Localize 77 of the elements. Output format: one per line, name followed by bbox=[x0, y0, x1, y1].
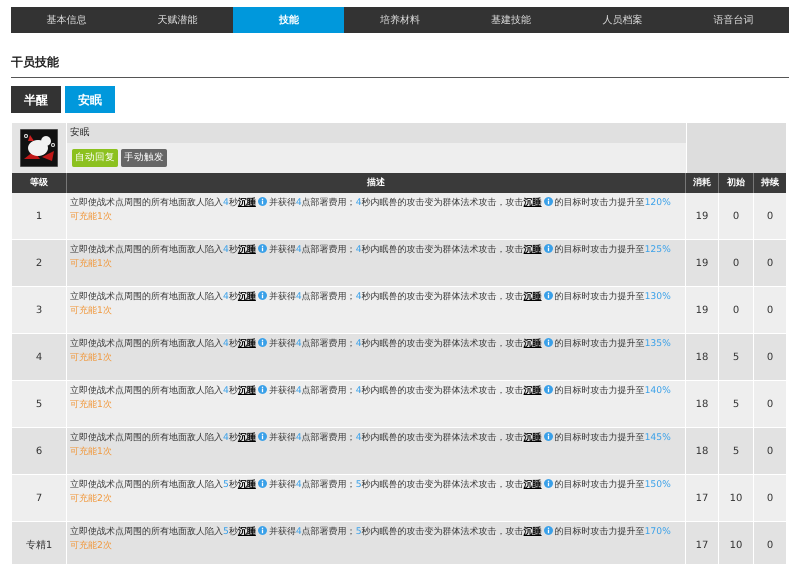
table-cell: 19 bbox=[686, 240, 719, 286]
table-cell: 18 bbox=[686, 334, 719, 380]
table-cell: 0 bbox=[719, 287, 754, 333]
table-cell-text: 0 bbox=[766, 256, 774, 270]
charge-count: 可充能1次 bbox=[70, 257, 113, 271]
info-icon bbox=[258, 432, 267, 441]
nav-tab[interactable]: 培养材料 bbox=[344, 7, 456, 33]
table-cell-text: 0 bbox=[766, 538, 774, 552]
skill-description: 立即使战术点周围的所有地面敌人陷入4秒沉睡 并获得4点部署费用；4秒内眠兽的攻击变为群体法术攻击，攻击沉睡 的目标时攻击力提升至140% bbox=[70, 384, 672, 398]
skill-tag: 手动触发 bbox=[121, 148, 167, 168]
column-header: 持续 bbox=[760, 176, 780, 190]
info-icon bbox=[544, 338, 553, 347]
nav-tab[interactable]: 基本信息 bbox=[11, 7, 122, 33]
skill-description: 立即使战术点周围的所有地面敌人陷入5秒沉睡 并获得4点部署费用；5秒内眠兽的攻击变为群体法术攻击，攻击沉睡 的目标时攻击力提升至170% bbox=[70, 525, 672, 539]
table-cell: 10 bbox=[719, 522, 754, 564]
skill-description: 立即使战术点周围的所有地面敌人陷入4秒沉睡 并获得4点部署费用；4秒内眠兽的攻击变为群体法术攻击，攻击沉睡 的目标时攻击力提升至135% bbox=[70, 337, 672, 351]
charge-count: 可充能1次 bbox=[70, 445, 113, 459]
skill-description: 立即使战术点周围的所有地面敌人陷入4秒沉睡 并获得4点部署费用；4秒内眠兽的攻击变为群体法术攻击，攻击沉睡 的目标时攻击力提升至130% bbox=[70, 290, 672, 304]
skill-description: 立即使战术点周围的所有地面敌人陷入5秒沉睡 并获得4点部署费用；5秒内眠兽的攻击变为群体法术攻击，攻击沉睡 的目标时攻击力提升至150% bbox=[70, 478, 672, 492]
info-icon bbox=[258, 291, 267, 300]
skill-description: 立即使战术点周围的所有地面敌人陷入4秒沉睡 并获得4点部署费用；4秒内眠兽的攻击变为群体法术攻击，攻击沉睡 的目标时攻击力提升至145% bbox=[70, 431, 672, 445]
skill-description: 立即使战术点周围的所有地面敌人陷入4秒沉睡 并获得4点部署费用；4秒内眠兽的攻击变为群体法术攻击，攻击沉睡 的目标时攻击力提升至120% bbox=[70, 196, 672, 210]
table-cell-text: 0 bbox=[766, 398, 774, 412]
table-cell-text: 0 bbox=[766, 444, 774, 458]
table-cell: 4 bbox=[12, 334, 67, 380]
skill-icon bbox=[20, 129, 58, 167]
info-icon bbox=[258, 479, 267, 488]
table-cell: 19 bbox=[686, 287, 719, 333]
info-icon bbox=[258, 244, 267, 253]
table-cell: 1 bbox=[12, 193, 67, 239]
info-icon bbox=[258, 385, 267, 394]
table-cell: 17 bbox=[686, 522, 719, 564]
table-cell: 0 bbox=[719, 193, 754, 239]
nav-tab[interactable]: 天赋潜能 bbox=[122, 7, 234, 33]
table-cell: 18 bbox=[686, 428, 719, 474]
table-cell: 18 bbox=[686, 381, 719, 427]
nav-tab[interactable]: 语音台词 bbox=[678, 7, 789, 33]
table-cell: 5 bbox=[719, 334, 754, 380]
table-cell: 专精1 bbox=[12, 522, 67, 564]
skill-description: 立即使战术点周围的所有地面敌人陷入4秒沉睡 并获得4点部署费用；4秒内眠兽的攻击变为群体法术攻击，攻击沉睡 的目标时攻击力提升至125% bbox=[70, 243, 672, 257]
info-icon bbox=[258, 338, 267, 347]
table-cell-text: 0 bbox=[766, 304, 774, 318]
table-cell: 5 bbox=[12, 381, 67, 427]
table-cell-text: 0 bbox=[766, 210, 774, 224]
info-icon bbox=[258, 197, 267, 206]
table-cell: 5 bbox=[719, 428, 754, 474]
info-icon bbox=[544, 197, 553, 206]
table-cell: 6 bbox=[12, 428, 67, 474]
nav-tab[interactable]: 基建技能 bbox=[456, 7, 567, 33]
charge-count: 可充能1次 bbox=[70, 398, 113, 412]
skill-tag: 自动回复 bbox=[72, 148, 118, 168]
table-cell: 17 bbox=[686, 475, 719, 521]
charge-count: 可充能2次 bbox=[70, 492, 113, 506]
charge-count: 可充能1次 bbox=[70, 210, 113, 224]
info-icon bbox=[544, 385, 553, 394]
table-cell-text: 0 bbox=[766, 350, 774, 364]
table-cell: 10 bbox=[719, 475, 754, 521]
table-cell: 0 bbox=[719, 240, 754, 286]
table-cell: 5 bbox=[719, 381, 754, 427]
info-icon bbox=[544, 479, 553, 488]
table-cell: 2 bbox=[12, 240, 67, 286]
info-icon bbox=[544, 291, 553, 300]
info-icon bbox=[258, 526, 267, 535]
skill-name: 安眠 bbox=[70, 126, 90, 140]
skill-tab[interactable]: 半醒 bbox=[11, 86, 61, 113]
nav-tab[interactable]: 人员档案 bbox=[566, 7, 678, 33]
section-title: 干员技能 bbox=[11, 54, 60, 71]
charge-count: 可充能2次 bbox=[70, 539, 113, 553]
info-icon bbox=[544, 432, 553, 441]
table-cell: 3 bbox=[12, 287, 67, 333]
table-cell: 7 bbox=[12, 475, 67, 521]
charge-count: 可充能1次 bbox=[70, 304, 113, 318]
info-icon bbox=[544, 526, 553, 535]
info-icon bbox=[544, 244, 553, 253]
charge-count: 可充能1次 bbox=[70, 351, 113, 365]
table-cell-text: 0 bbox=[766, 492, 774, 506]
table-cell: 19 bbox=[686, 193, 719, 239]
